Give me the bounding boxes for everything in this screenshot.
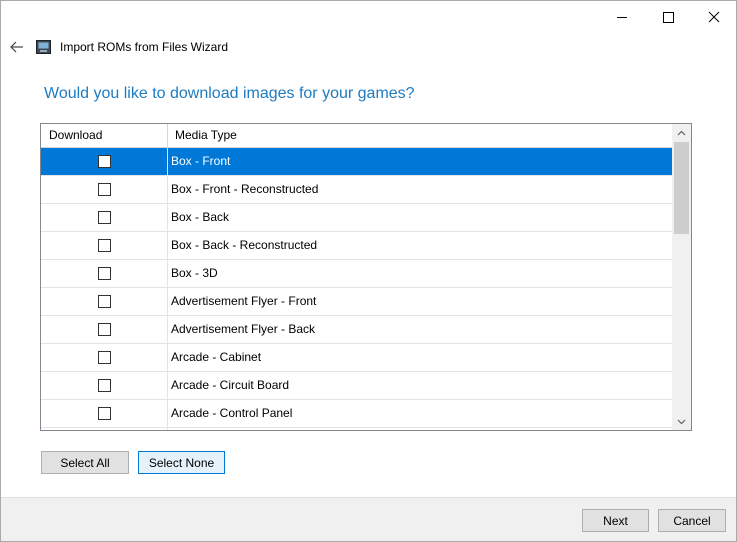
- media-type-cell: Arcade - Control Panel: [171, 406, 293, 420]
- table-row[interactable]: Advertisement Flyer - Front: [41, 288, 672, 316]
- column-header-media-type[interactable]: Media Type: [168, 124, 672, 147]
- scrollbar-thumb[interactable]: [674, 142, 689, 234]
- chevron-down-icon: [677, 419, 686, 424]
- media-type-cell: Arcade - Cabinet: [171, 350, 262, 364]
- next-button[interactable]: Next: [582, 509, 649, 532]
- download-cell: [41, 344, 168, 371]
- select-all-button[interactable]: Select All: [41, 451, 129, 474]
- checkbox-icon[interactable]: [97, 211, 111, 224]
- checkbox-icon[interactable]: [97, 155, 111, 168]
- minimize-icon: [617, 17, 627, 18]
- table-row[interactable]: Arcade - Circuit Board: [41, 372, 672, 400]
- download-cell: [41, 204, 168, 231]
- page-heading: Would you like to download images for yo…: [44, 85, 415, 102]
- table-row[interactable]: [41, 428, 672, 430]
- scroll-up-button[interactable]: [672, 124, 691, 141]
- back-button[interactable]: [9, 39, 25, 55]
- media-type-cell: Advertisement Flyer - Back: [171, 322, 316, 336]
- download-cell: [41, 372, 168, 399]
- minimize-button[interactable]: [599, 1, 645, 33]
- table-row[interactable]: Box - Front: [41, 148, 672, 176]
- checkbox-icon[interactable]: [97, 379, 111, 392]
- grid-rows: Box - Front Box - Front - Reconstructed …: [41, 148, 672, 430]
- table-row[interactable]: Box - Back - Reconstructed: [41, 232, 672, 260]
- window-title: Import ROMs from Files Wizard: [60, 40, 229, 54]
- media-type-cell: [168, 428, 672, 430]
- media-type-cell: Box - Back - Reconstructed: [171, 238, 318, 252]
- checkbox-icon[interactable]: [97, 351, 111, 364]
- checkbox-icon[interactable]: [97, 295, 111, 308]
- table-row[interactable]: Advertisement Flyer - Back: [41, 316, 672, 344]
- checkbox-icon[interactable]: [97, 407, 111, 420]
- checkbox-icon[interactable]: [97, 323, 111, 336]
- grid-header: Download Media Type: [41, 124, 672, 148]
- checkbox-icon[interactable]: [97, 239, 111, 252]
- table-row[interactable]: Arcade - Cabinet: [41, 344, 672, 372]
- media-type-grid[interactable]: Download Media Type Box - Front Box - Fr…: [40, 123, 692, 431]
- launchbox-app-icon: [36, 40, 51, 54]
- scroll-down-button[interactable]: [672, 413, 691, 430]
- column-header-download[interactable]: Download: [41, 124, 168, 147]
- media-type-cell: Box - Front: [171, 154, 231, 168]
- vertical-scrollbar[interactable]: [672, 124, 691, 430]
- close-icon: [708, 11, 720, 23]
- title-bar: [1, 1, 736, 33]
- media-type-cell: Arcade - Circuit Board: [171, 378, 290, 392]
- media-type-cell: Box - Back: [171, 210, 230, 224]
- download-cell: [41, 428, 168, 430]
- media-type-cell: Box - 3D: [171, 266, 218, 280]
- cancel-button[interactable]: Cancel: [658, 509, 726, 532]
- back-arrow-icon: [10, 41, 23, 53]
- download-cell: [41, 232, 168, 259]
- download-cell: [41, 316, 168, 343]
- media-type-cell: Advertisement Flyer - Front: [171, 294, 317, 308]
- chevron-up-icon: [677, 130, 686, 135]
- download-cell: [41, 400, 168, 427]
- select-none-button[interactable]: Select None: [138, 451, 225, 474]
- download-cell: [41, 176, 168, 203]
- table-row[interactable]: Box - Back: [41, 204, 672, 232]
- download-cell: [41, 148, 168, 175]
- table-row[interactable]: Arcade - Control Panel: [41, 400, 672, 428]
- table-row[interactable]: Box - Front - Reconstructed: [41, 176, 672, 204]
- close-button[interactable]: [691, 1, 737, 33]
- download-cell: [41, 260, 168, 287]
- wizard-window: Import ROMs from Files Wizard Would you …: [0, 0, 737, 542]
- media-type-cell: Box - Front - Reconstructed: [171, 182, 319, 196]
- download-cell: [41, 288, 168, 315]
- maximize-icon: [663, 12, 674, 23]
- checkbox-icon[interactable]: [97, 267, 111, 280]
- checkbox-icon[interactable]: [97, 183, 111, 196]
- maximize-button[interactable]: [645, 1, 691, 33]
- table-row[interactable]: Box - 3D: [41, 260, 672, 288]
